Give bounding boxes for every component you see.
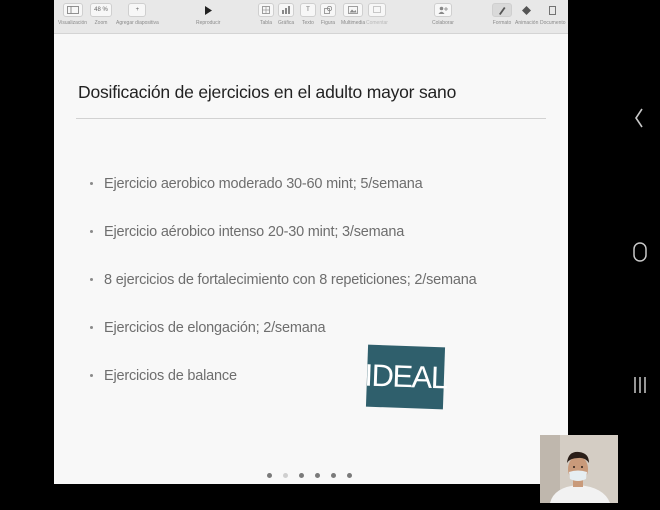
chart-icon xyxy=(278,3,295,17)
media-button[interactable]: Multimedia xyxy=(341,3,365,26)
collaborate-button[interactable]: Colaborar xyxy=(432,3,454,26)
bullet-dot-icon xyxy=(90,278,93,281)
text-label: Texto xyxy=(302,20,314,26)
animation-icon xyxy=(518,3,536,17)
keynote-window: Visualización 48 % Zoom + Agregar diapos… xyxy=(54,0,568,484)
page-dot xyxy=(347,473,352,478)
table-label: Tabla xyxy=(260,20,272,26)
bullet-text: Ejercicio aérobico intenso 20-30 mint; 3… xyxy=(104,224,405,240)
text-icon: T xyxy=(300,3,316,17)
chart-button[interactable]: Gráfica xyxy=(278,3,294,26)
document-label: Documento xyxy=(540,20,566,26)
toolbar: Visualización 48 % Zoom + Agregar diapos… xyxy=(54,0,568,34)
page-dot xyxy=(283,473,288,478)
home-circle-icon[interactable] xyxy=(633,242,647,266)
ideal-stamp[interactable]: IDEAL xyxy=(363,344,448,410)
bullet-dot-icon xyxy=(90,230,93,233)
play-icon xyxy=(199,3,217,17)
bullet-item[interactable]: 8 ejercicios de fortalecimiento con 8 re… xyxy=(90,272,477,320)
play-label: Reproducir xyxy=(196,20,221,26)
collaborate-label: Colaborar xyxy=(432,20,454,26)
bullet-text: 8 ejercicios de fortalecimiento con 8 re… xyxy=(104,272,477,288)
shape-label: Figura xyxy=(320,20,336,26)
zoom-control[interactable]: 48 % Zoom xyxy=(90,3,112,26)
participant-avatar-icon xyxy=(540,435,618,503)
format-brush-icon xyxy=(492,3,512,17)
table-button[interactable]: Tabla xyxy=(258,3,274,26)
animate-button[interactable]: Animación xyxy=(515,3,538,26)
format-label: Formato xyxy=(492,20,512,26)
document-button[interactable]: Documento xyxy=(540,3,566,26)
bullet-dot-icon xyxy=(90,182,93,185)
add-slide-label: Agregar diapositiva xyxy=(116,20,159,26)
bullet-text: Ejercicios de balance xyxy=(104,368,237,384)
recents-icon[interactable] xyxy=(634,376,646,398)
bullet-item[interactable]: Ejercicio aerobico moderado 30-60 mint; … xyxy=(90,176,476,224)
add-slide-button[interactable]: + Agregar diapositiva xyxy=(116,3,159,26)
media-label: Multimedia xyxy=(341,20,366,26)
slide-canvas[interactable]: Dosificación de ejercicios en el adulto … xyxy=(54,34,568,484)
shape-button[interactable]: Figura xyxy=(320,3,336,26)
bullet-text: Ejercicios de elongación; 2/semana xyxy=(104,320,326,336)
view-label: Visualización xyxy=(58,20,88,26)
view-menu[interactable]: Visualización xyxy=(58,3,87,26)
format-button[interactable]: Formato xyxy=(492,3,512,26)
comment-icon xyxy=(367,3,386,17)
text-button[interactable]: T Texto xyxy=(300,3,316,26)
participant-video[interactable] xyxy=(540,435,618,503)
zoom-label: Zoom xyxy=(94,20,108,26)
chart-label: Gráfica xyxy=(278,20,295,26)
table-icon xyxy=(258,3,274,17)
ideal-stamp-text: IDEAL xyxy=(363,357,448,396)
page-dot xyxy=(331,473,336,478)
bullet-dot-icon xyxy=(90,326,93,329)
title-divider xyxy=(76,118,546,119)
bullet-dot-icon xyxy=(90,374,93,377)
slide-page-indicator xyxy=(267,473,352,478)
media-icon xyxy=(343,3,364,17)
zoom-value[interactable]: 48 % xyxy=(90,3,112,17)
page-dot xyxy=(299,473,304,478)
comment-label: Comentar xyxy=(366,20,388,26)
document-icon xyxy=(544,3,562,17)
collaborate-icon xyxy=(433,3,452,17)
sidebar-view-icon xyxy=(62,3,83,17)
chevron-left-icon[interactable] xyxy=(634,108,644,132)
slide-title[interactable]: Dosificación de ejercicios en el adulto … xyxy=(78,82,456,103)
comment-button[interactable]: Comentar xyxy=(366,3,388,26)
bullet-text: Ejercicio aerobico moderado 30-60 mint; … xyxy=(104,176,423,192)
shape-icon xyxy=(320,3,336,17)
animate-label: Animación xyxy=(515,20,539,26)
page-dot xyxy=(315,473,320,478)
plus-icon: + xyxy=(128,3,147,17)
bullet-item[interactable]: Ejercicio aérobico intenso 20-30 mint; 3… xyxy=(90,224,476,272)
play-button[interactable]: Reproducir xyxy=(196,3,220,26)
page-dot xyxy=(267,473,272,478)
